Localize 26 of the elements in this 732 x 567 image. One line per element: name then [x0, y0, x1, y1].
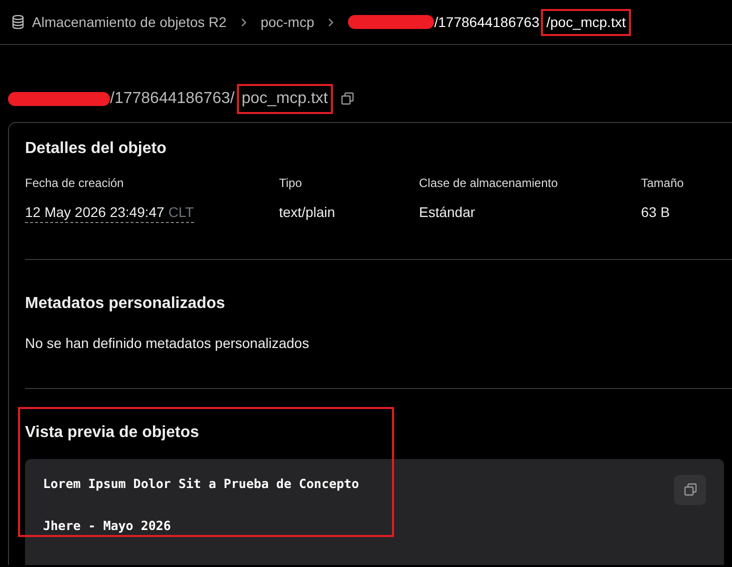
breadcrumb-link[interactable]: Almacenamiento de objetos R2: [32, 12, 227, 32]
chevron-icon: [328, 18, 334, 26]
section-heading: Detalles del objeto: [25, 139, 168, 158]
breadcrumb-link[interactable]: poc-mcp: [260, 12, 314, 32]
empty-message: No se han definido metadatos personalizados: [25, 334, 310, 354]
field-label: Clase de almacenamiento: [419, 175, 559, 192]
field-label: Tamaño: [641, 175, 685, 192]
field-value: text/plain: [279, 204, 336, 220]
path-text: /1778644186763: [434, 12, 540, 32]
section-heading: Metadatos personalizados: [25, 294, 226, 314]
database-icon: [12, 15, 24, 29]
copy-button[interactable]: [674, 474, 706, 505]
path-text: /1778644186763/: [110, 88, 235, 108]
code-line: Lorem Ipsum Dolor Sit a Prueba de Concepto: [43, 474, 360, 493]
chevron-icon: [240, 18, 247, 26]
field-label: Fecha de creación: [25, 175, 125, 192]
code-line: Jhere - Mayo 2026: [43, 517, 172, 536]
field-label: Tipo: [279, 175, 303, 192]
copy-icon: [684, 483, 696, 496]
highlighted-breadcrumb-text: /poc_mcp.txt: [541, 8, 631, 36]
copy-icon[interactable]: [340, 92, 354, 105]
field-value: Estándar: [419, 204, 476, 220]
field-value: 12 May 2026 23:49:47 CLT: [25, 204, 194, 224]
field-value: 63 B: [641, 204, 670, 220]
highlighted-title-text: poc_mcp.txt: [236, 84, 333, 114]
section-heading: Vista previa de objetos: [25, 423, 200, 443]
